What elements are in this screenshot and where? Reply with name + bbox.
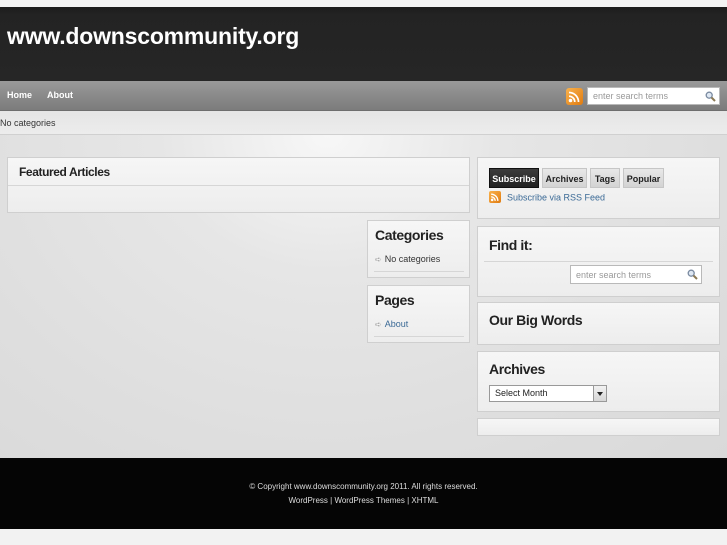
chevron-down-icon[interactable] [593, 386, 606, 401]
featured-articles-title: Featured Articles [19, 165, 110, 179]
find-it-title: Find it: [489, 237, 533, 253]
magnifier-icon[interactable] [705, 91, 716, 102]
rss-feed-icon[interactable] [566, 88, 583, 105]
tab-subscribe[interactable]: Subscribe [489, 168, 539, 188]
tab-archives[interactable]: Archives [542, 168, 587, 188]
separator: | [407, 496, 410, 505]
subscribe-panel: Subscribe Archives Tags Popular Subscrib… [477, 157, 720, 219]
footer-link-xhtml[interactable]: XHTML [411, 496, 438, 505]
list-item: ➪ About [375, 319, 408, 329]
site-footer: © Copyright www.downscommunity.org 2011.… [0, 458, 727, 529]
tab-popular[interactable]: Popular [623, 168, 664, 188]
copyright-text: © Copyright www.downscommunity.org 2011.… [249, 482, 478, 491]
tab-tags[interactable]: Tags [590, 168, 620, 188]
pages-panel: Pages ➪ About [367, 285, 470, 343]
find-it-panel: Find it: [477, 226, 720, 297]
rss-feed-label: Subscribe via RSS Feed [507, 192, 606, 203]
pages-title: Pages [375, 292, 415, 308]
archive-month-select-value: Select Month [495, 388, 548, 398]
nav-item-about[interactable]: About [47, 90, 73, 100]
categories-title: Categories [375, 227, 444, 243]
archives-title: Archives [489, 361, 545, 377]
categories-panel: Categories ➪ No categories [367, 220, 470, 278]
footer-links: WordPress | WordPress Themes | XHTML [0, 496, 727, 505]
divider [8, 185, 469, 186]
site-header: www.downscommunity.org [0, 0, 727, 81]
big-words-panel: Our Big Words [477, 302, 720, 345]
category-bar-text: No categories [0, 118, 56, 128]
archive-month-select[interactable]: Select Month [489, 385, 607, 402]
arrow-right-icon: ➪ [375, 255, 382, 264]
nav-item-home[interactable]: Home [7, 90, 32, 100]
empty-sidebar-panel [477, 418, 720, 436]
big-words-title: Our Big Words [489, 312, 583, 328]
list-item: ➪ No categories [375, 254, 440, 264]
rss-feed-icon [489, 191, 501, 203]
separator: | [330, 496, 333, 505]
rss-feed-link[interactable]: Subscribe via RSS Feed [489, 191, 606, 204]
top-search-box [587, 87, 720, 105]
divider [374, 271, 464, 272]
magnifier-icon[interactable] [687, 269, 698, 280]
arrow-right-icon: ➪ [375, 320, 382, 329]
featured-articles-panel: Featured Articles [7, 157, 470, 213]
page-link-about[interactable]: About [385, 319, 409, 329]
sidebar-search-box [570, 265, 702, 284]
top-search-input[interactable] [588, 88, 700, 104]
archives-panel: Archives Select Month [477, 351, 720, 412]
footer-link-wordpress-themes[interactable]: WordPress Themes [334, 496, 404, 505]
divider [374, 336, 464, 337]
nav-bar: Home About [0, 81, 727, 111]
category-item-label: No categories [384, 254, 441, 264]
category-bar: No categories [0, 111, 727, 135]
footer-link-wordpress[interactable]: WordPress [288, 496, 327, 505]
site-title[interactable]: www.downscommunity.org [7, 23, 299, 50]
bottom-strip [0, 529, 727, 545]
sidebar-search-input[interactable] [571, 266, 683, 283]
divider [484, 261, 713, 262]
